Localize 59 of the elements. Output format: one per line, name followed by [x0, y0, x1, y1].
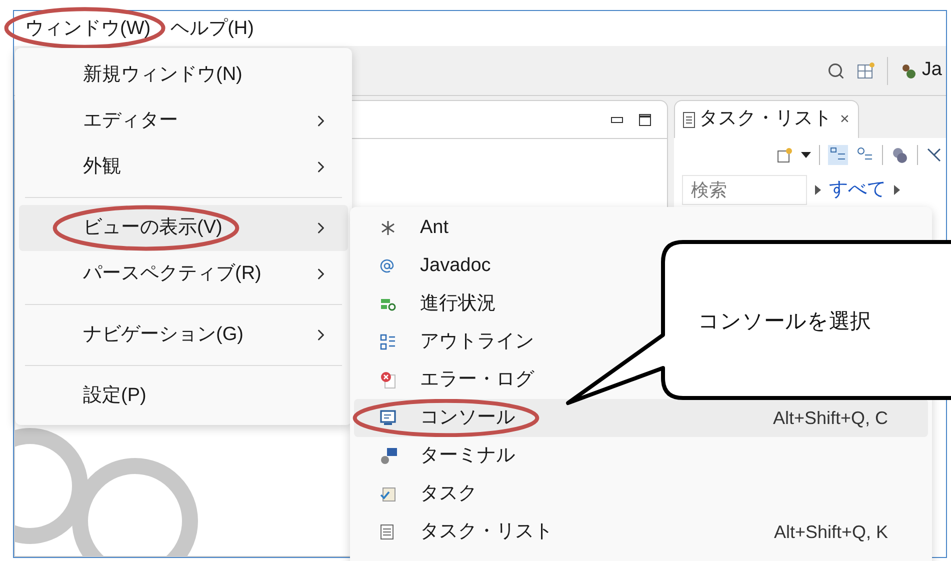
- window-grid-icon[interactable]: [856, 62, 875, 80]
- menu-item-label: エディター: [83, 109, 178, 133]
- submenu-item[interactable]: コンソール Alt+Shift+Q, C: [354, 399, 928, 437]
- submenu-item-label: コンソール: [420, 406, 515, 430]
- tree-view-icon[interactable]: [828, 145, 848, 165]
- list-icon: [683, 112, 695, 128]
- task-icon: [380, 486, 396, 502]
- close-button[interactable]: ×: [840, 108, 850, 132]
- new-task-icon[interactable]: [777, 147, 793, 163]
- search-icon[interactable]: [826, 62, 845, 80]
- submenu-item[interactable]: ターミナル: [354, 437, 928, 475]
- outline-icon: [380, 334, 396, 350]
- monitor-icon: [380, 410, 396, 426]
- maximize-icon[interactable]: [639, 114, 651, 126]
- search-field[interactable]: 検索: [682, 175, 807, 205]
- menu-item-label: 外観: [83, 155, 121, 179]
- menu-item[interactable]: 設定(P): [19, 373, 348, 419]
- menu-item-label: パースペクティブ(R): [83, 262, 262, 286]
- filter-link[interactable]: すべて: [829, 176, 886, 204]
- submenu-item-label: Ant: [420, 216, 449, 240]
- menu-bar-item[interactable]: ヘルプ(H): [168, 16, 256, 40]
- tab-title: タスク・リスト: [699, 107, 832, 132]
- submenu-item-label: 進行状況: [420, 292, 496, 316]
- dropdown-triangle-icon[interactable]: [801, 152, 811, 158]
- cross-icon[interactable]: [926, 147, 942, 163]
- progress-icon: [380, 297, 396, 311]
- callout-text: コンソールを選択: [698, 308, 871, 335]
- triangle-right-icon: [894, 185, 900, 195]
- triangle-right-icon: [815, 185, 821, 195]
- menu-item[interactable]: 新規ウィンドウ(N): [19, 52, 348, 98]
- menu-item[interactable]: 外観: [19, 144, 348, 190]
- submenu-item-label: エラー・ログ: [420, 368, 534, 392]
- shortcut-text: Alt+Shift+Q, C: [772, 406, 888, 430]
- error-log-icon: [380, 371, 396, 389]
- terminal-icon: [380, 447, 398, 465]
- spheres-icon[interactable]: [891, 146, 909, 164]
- submenu-item[interactable]: タスク・リスト Alt+Shift+Q, K: [354, 513, 928, 551]
- menu-item-label: 新規ウィンドウ(N): [83, 63, 242, 87]
- menu-item-label: ナビゲーション(G): [83, 323, 244, 347]
- menu-item[interactable]: パースペクティブ(R): [19, 251, 348, 297]
- task-list-tab[interactable]: タスク・リスト ×: [674, 100, 859, 138]
- menu-item[interactable]: ビューの表示(V): [19, 205, 348, 251]
- menu-item-label: 設定(P): [83, 384, 146, 408]
- submenu-item-label: タスク・リスト: [420, 520, 553, 544]
- submenu-item-label: Javadoc: [420, 254, 491, 278]
- menu-item[interactable]: エディター: [19, 98, 348, 144]
- submenu-item-label: タスク: [420, 482, 477, 506]
- menu-item[interactable]: ナビゲーション(G): [19, 312, 348, 358]
- ant-icon: [380, 220, 396, 236]
- submenu-item-label: ターミナル: [420, 444, 515, 468]
- at-sign-icon: [380, 259, 394, 273]
- people-icon: [900, 62, 918, 80]
- menu-item-label: ビューの表示(V): [83, 216, 222, 240]
- document-icon: [380, 524, 394, 540]
- shortcut-text: Alt+Shift+Q, K: [774, 520, 888, 544]
- submenu-item-label: アウトライン: [420, 330, 534, 354]
- minimize-icon[interactable]: [611, 116, 623, 122]
- submenu-item[interactable]: タスク: [354, 475, 928, 513]
- perspective-button[interactable]: Ja: [900, 56, 942, 85]
